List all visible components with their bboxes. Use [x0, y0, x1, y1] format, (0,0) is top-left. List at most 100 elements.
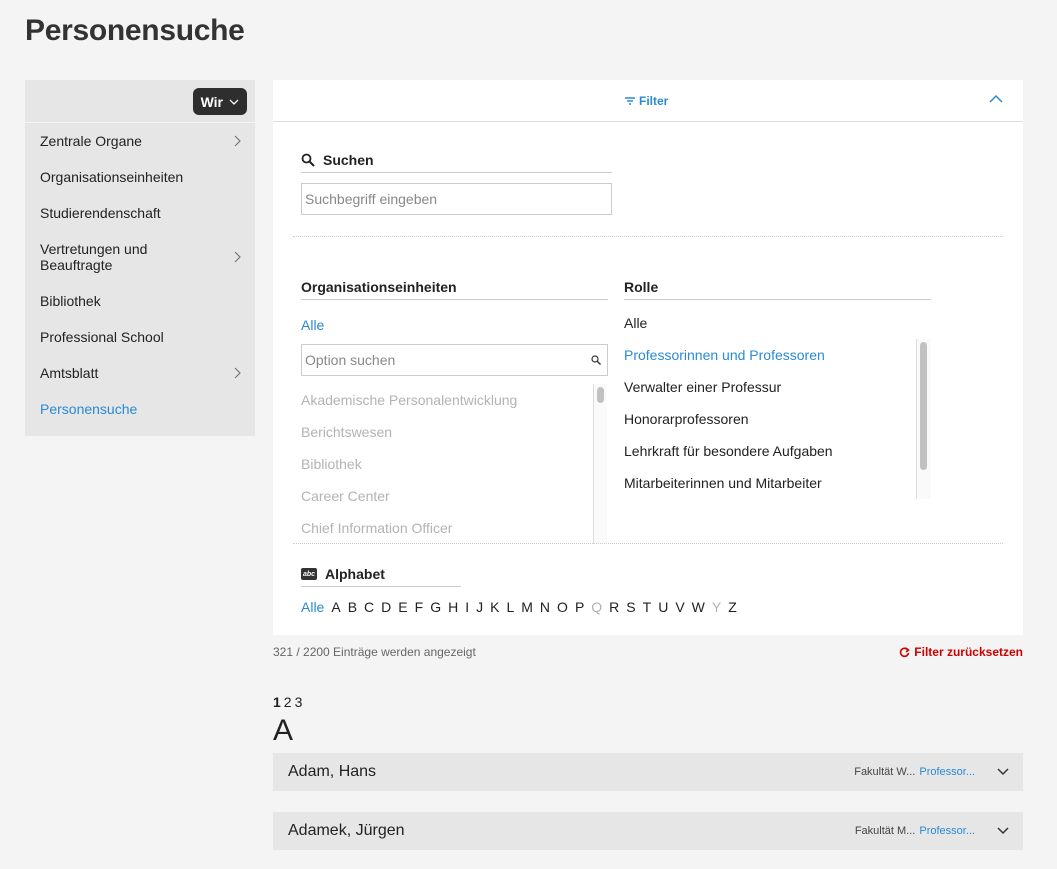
alphabet-letter-f[interactable]: F [415, 599, 424, 615]
alphabet-letter-h[interactable]: H [448, 599, 458, 615]
sidebar-item-label: Personensuche [40, 401, 138, 417]
alphabet-letters: Alle ABCDEFGHIJKLMNOPQRSTUVWYZ [301, 599, 744, 615]
sidebar: Wir Zentrale Organe Organisationseinheit… [25, 80, 255, 436]
filter-bar: Filter [273, 80, 1023, 122]
divider [293, 236, 1003, 237]
person-unit: Fakultät W... [854, 766, 916, 778]
person-unit: Fakultät M... [854, 825, 916, 837]
alphabet-letter-s[interactable]: S [626, 599, 635, 615]
role-filter-section: Rolle Alle Professorinnen und Professore… [624, 279, 931, 499]
divider [293, 543, 1003, 544]
chevron-up-icon[interactable] [989, 94, 1003, 104]
alphabet-all-link[interactable]: Alle [301, 599, 324, 615]
alphabet-letter-r[interactable]: R [609, 599, 619, 615]
org-all-link[interactable]: Alle [301, 317, 608, 333]
chevron-down-icon [229, 99, 239, 105]
role-option[interactable]: Verwalter einer Professur [624, 371, 931, 403]
role-option[interactable]: Alle [624, 307, 931, 339]
alphabet-letter-v[interactable]: V [675, 599, 684, 615]
filter-panel: Filter Suchen Organisationseinheiten All… [273, 80, 1023, 635]
reset-filter-label: Filter zurücksetzen [914, 645, 1023, 659]
wir-menu-button[interactable]: Wir [192, 88, 247, 115]
page-title: Personensuche [25, 14, 245, 47]
sidebar-item-bibliothek[interactable]: Bibliothek [25, 283, 255, 319]
sidebar-item-zentrale-organe[interactable]: Zentrale Organe [25, 123, 255, 159]
sidebar-item-professional-school[interactable]: Professional School [25, 319, 255, 355]
alphabet-letter-n[interactable]: N [540, 599, 550, 615]
wir-menu-label: Wir [200, 93, 223, 110]
search-label: Suchen [323, 152, 374, 168]
role-option[interactable]: Lehrkraft für besondere Aufgaben [624, 435, 931, 467]
sidebar-item-personensuche[interactable]: Personensuche [25, 391, 255, 427]
search-input[interactable] [301, 183, 612, 215]
org-scrollbar-thumb[interactable] [597, 387, 604, 403]
sidebar-item-label: Vertretungen und Beauftragte [40, 241, 148, 273]
org-scrollbar[interactable] [593, 384, 607, 544]
alphabet-letter-m[interactable]: M [521, 599, 533, 615]
alphabet-letter-k[interactable]: K [490, 599, 499, 615]
sidebar-item-label: Organisationseinheiten [40, 169, 184, 185]
alphabet-letter-g[interactable]: G [430, 599, 441, 615]
sidebar-item-label: Studierendenschaft [40, 205, 161, 221]
page-link[interactable]: 3 [295, 694, 303, 710]
org-option[interactable]: Chief Information Officer [301, 512, 608, 544]
person-row[interactable]: Adam, Hans Fakultät W... Professor... [273, 753, 1023, 791]
sidebar-item-studierendenschaft[interactable]: Studierendenschaft [25, 195, 255, 231]
sidebar-item-label: Zentrale Organe [40, 133, 142, 149]
role-scrollbar-thumb[interactable] [920, 342, 927, 470]
alphabet-letter-p[interactable]: P [575, 599, 584, 615]
chevron-right-icon [234, 367, 241, 379]
org-option-list: Akademische Personalentwicklung Berichts… [301, 384, 608, 544]
filter-icon [625, 97, 635, 105]
page-link-current[interactable]: 1 [273, 694, 281, 710]
alphabet-letter-o[interactable]: O [557, 599, 568, 615]
org-filter-heading: Organisationseinheiten [301, 279, 608, 300]
role-option-list: Alle Professorinnen und Professoren Verw… [624, 307, 931, 499]
reset-filter-link[interactable]: Filter zurücksetzen [899, 645, 1023, 659]
pagination: 1 2 3 [273, 694, 302, 710]
org-option[interactable]: Career Center [301, 480, 608, 512]
person-meta: Fakultät W... Professor... [854, 766, 975, 778]
alphabet-letter-a[interactable]: A [331, 599, 340, 615]
sidebar-item-vertretungen[interactable]: Vertretungen und Beauftragte [25, 231, 255, 283]
sidebar-item-amtsblatt[interactable]: Amtsblatt [25, 355, 255, 391]
alphabet-letter-t[interactable]: T [643, 599, 652, 615]
sidebar-item-label: Professional School [40, 329, 164, 345]
role-scrollbar[interactable] [916, 339, 931, 499]
org-option-search-input[interactable] [302, 345, 582, 375]
role-option[interactable]: Honorarprofessoren [624, 403, 931, 435]
search-section: Suchen [301, 152, 612, 215]
alphabet-letter-z[interactable]: Z [728, 599, 737, 615]
role-option[interactable]: Mitarbeiterinnen und Mitarbeiter [624, 467, 931, 499]
person-row[interactable]: Adamek, Jürgen Fakultät M... Professor..… [273, 812, 1023, 850]
alphabet-letter-c[interactable]: C [364, 599, 374, 615]
alphabet-letter-u[interactable]: U [658, 599, 668, 615]
role-option-selected[interactable]: Professorinnen und Professoren [624, 339, 931, 371]
org-option[interactable]: Bibliothek [301, 448, 608, 480]
search-icon [301, 153, 315, 167]
alphabet-letter-e[interactable]: E [398, 599, 407, 615]
org-option[interactable]: Berichtswesen [301, 416, 608, 448]
page-link[interactable]: 2 [284, 694, 292, 710]
sidebar-menu: Zentrale Organe Organisationseinheiten S… [25, 123, 255, 427]
alphabet-letter-b[interactable]: B [348, 599, 357, 615]
sidebar-item-organisationseinheiten[interactable]: Organisationseinheiten [25, 159, 255, 195]
alphabet-letter-y: Y [711, 599, 722, 615]
alphabet-letter-l[interactable]: L [506, 599, 514, 615]
person-name: Adam, Hans [288, 763, 377, 780]
search-icon [591, 355, 601, 365]
alphabet-heading: abc Alphabet [301, 566, 461, 587]
alphabet-letter-j[interactable]: J [476, 599, 483, 615]
alphabet-letter-w[interactable]: W [692, 599, 705, 615]
chevron-down-icon [997, 827, 1009, 835]
org-filter-section: Organisationseinheiten Alle Akademische … [301, 279, 608, 544]
alphabet-letter-q: Q [591, 599, 603, 615]
alphabet-letter-i[interactable]: I [465, 599, 469, 615]
filter-toggle[interactable]: Filter [625, 94, 668, 108]
role-filter-heading: Rolle [624, 279, 931, 300]
person-meta: Fakultät M... Professor... [855, 825, 975, 837]
search-heading: Suchen [301, 152, 612, 173]
alphabet-section: abc Alphabet Alle ABCDEFGHIJKLMNOPQRSTUV… [301, 566, 744, 615]
org-option[interactable]: Akademische Personalentwicklung [301, 384, 608, 416]
alphabet-letter-d[interactable]: D [381, 599, 391, 615]
